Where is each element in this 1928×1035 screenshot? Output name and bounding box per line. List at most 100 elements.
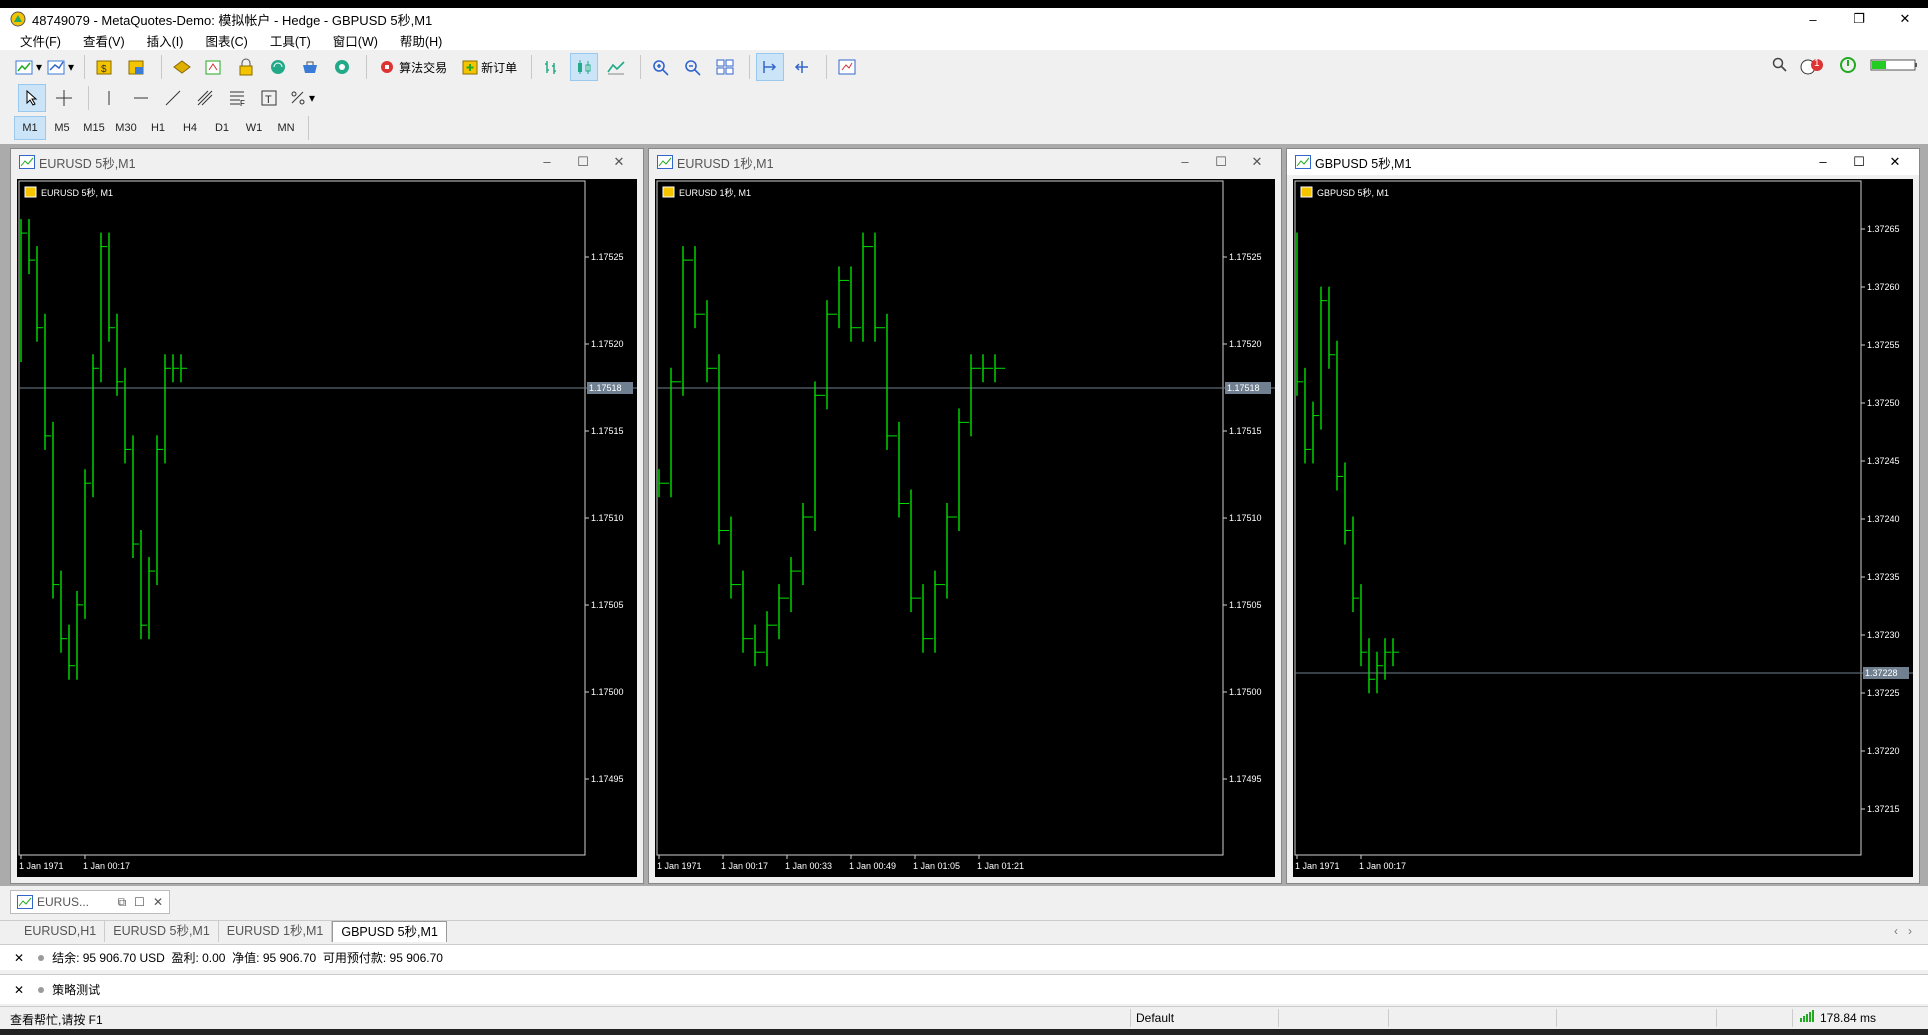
chart-minimize-button[interactable]: – <box>1805 149 1841 175</box>
search-icon[interactable] <box>1772 57 1788 76</box>
chart-minimize-button[interactable]: – <box>529 149 565 175</box>
chart-close-button[interactable]: ✕ <box>1877 149 1913 175</box>
chart-minimize-button[interactable]: – <box>1167 149 1203 175</box>
horizontal-line-tool[interactable] <box>127 84 155 112</box>
menu-help[interactable]: 帮助(H) <box>400 31 442 50</box>
new-chart-button[interactable]: ▾ <box>14 53 42 81</box>
menu-file[interactable]: 文件(F) <box>20 31 61 50</box>
timeframe-mn[interactable]: MN <box>270 116 302 140</box>
signals-button[interactable] <box>264 53 292 81</box>
fibonacci-tool[interactable]: F <box>223 84 251 112</box>
equidistant-channel-tool[interactable] <box>191 84 219 112</box>
profiles-icon <box>46 57 68 77</box>
notifications-icon[interactable]: 1 <box>1800 58 1826 76</box>
tab-eurusd-1s[interactable]: EURUSD 1秒,M1 <box>219 921 333 942</box>
menu-charts[interactable]: 图表(C) <box>205 31 247 50</box>
chart-maximize-button[interactable]: ☐ <box>1841 149 1877 175</box>
y-tick-label: 1.37230 <box>1867 630 1900 640</box>
chart-shift-button[interactable] <box>788 53 816 81</box>
strategy-tester-label[interactable]: 策略测试 <box>52 981 100 998</box>
tab-eurusd-5s[interactable]: EURUSD 5秒,M1 <box>105 921 219 942</box>
close-icon[interactable]: ✕ <box>153 895 163 909</box>
menu-window[interactable]: 窗口(W) <box>333 31 378 50</box>
autoscroll-button[interactable] <box>756 53 785 81</box>
chart-symbol-label: GBPUSD 5秒, M1 <box>1317 187 1389 198</box>
restore-icon[interactable]: ⧉ <box>118 895 127 910</box>
cursor-tool[interactable] <box>18 84 46 112</box>
text-tool[interactable]: T <box>255 84 283 112</box>
crosshair-tool[interactable] <box>50 84 78 112</box>
new-order-icon <box>459 57 481 77</box>
lock-button[interactable] <box>232 53 260 81</box>
close-button[interactable]: ✕ <box>1882 8 1928 30</box>
y-tick-label: 1.17505 <box>1229 600 1262 610</box>
chart-close-button[interactable]: ✕ <box>601 149 637 175</box>
candlestick-chart-button[interactable] <box>570 53 599 81</box>
menu-view[interactable]: 查看(V) <box>83 31 125 50</box>
x-tick-label: 1 Jan 01:21 <box>977 861 1024 871</box>
tile-windows-button[interactable] <box>711 53 739 81</box>
timeframe-m1[interactable]: M1 <box>14 116 46 140</box>
timeframe-m15[interactable]: M15 <box>78 116 110 140</box>
vertical-line-tool[interactable] <box>95 84 123 112</box>
market-button[interactable] <box>296 53 324 81</box>
status-divider <box>1130 1009 1131 1027</box>
market-watch-button[interactable]: $ <box>91 53 119 81</box>
tab-eurusd-h1[interactable]: EURUSD,H1 <box>16 921 106 942</box>
menu-insert[interactable]: 插入(I) <box>147 31 184 50</box>
toolbox-button[interactable] <box>200 53 228 81</box>
profiles-button[interactable]: ▾ <box>46 53 74 81</box>
y-tick-label: 1.37260 <box>1867 282 1900 292</box>
drawing-toolbar: F T ▾ <box>0 84 1928 112</box>
price-chart[interactable]: GBPUSD 5秒, M1 1.37265 1.37260 1.37255 1.3725… <box>1293 179 1913 877</box>
navigator-button[interactable] <box>168 53 196 81</box>
ping-value: 178.84 ms <box>1820 1011 1877 1025</box>
plot-frame <box>656 180 1224 856</box>
maximize-button[interactable]: ❐ <box>1836 8 1882 30</box>
menu-tools[interactable]: 工具(T) <box>270 31 311 50</box>
timeframe-h4[interactable]: H4 <box>174 116 206 140</box>
vps-button[interactable] <box>328 53 356 81</box>
tab-scroll-arrows[interactable]: ‹ › <box>1894 921 1912 942</box>
chart-window[interactable]: EURUSD 1秒,M1 – ☐ ✕ EURUSD 1秒, M1 1.17525 1.1… <box>648 148 1282 884</box>
minimize-button[interactable]: – <box>1790 8 1836 30</box>
new-order-button[interactable]: 新订单 <box>455 53 521 81</box>
chart-window[interactable]: EURUSD 5秒,M1 – ☐ ✕ EURUSD 5秒, M1 1.17525 1.1… <box>10 148 644 884</box>
chart-window-icon <box>1295 155 1311 169</box>
chart-maximize-button[interactable]: ☐ <box>565 149 601 175</box>
status-bar: 查看帮忙,请按 F1 Default 178.84 ms <box>0 1006 1928 1028</box>
trendline-tool[interactable] <box>159 84 187 112</box>
symbol-icon <box>1300 186 1313 198</box>
timeframe-d1[interactable]: D1 <box>206 116 238 140</box>
chart-window-active[interactable]: GBPUSD 5秒,M1 – ☐ ✕ GBPUSD 5秒, M1 1.37265 1.3… <box>1286 148 1920 884</box>
y-tick-label: 1.37220 <box>1867 746 1900 756</box>
price-chart[interactable]: EURUSD 1秒, M1 1.17525 1.17520 1.17515 1.1751… <box>655 179 1275 877</box>
price-tag-label: 1.37228 <box>1865 668 1898 678</box>
navigator-icon <box>171 57 193 77</box>
minimized-window[interactable]: EURUS... ⧉ ☐ ✕ <box>10 890 170 914</box>
templates-button[interactable] <box>833 53 861 81</box>
bar-chart-button[interactable] <box>538 53 566 81</box>
zoom-in-button[interactable] <box>647 53 675 81</box>
close-icon[interactable]: ✕ <box>14 951 24 965</box>
timeframe-w1[interactable]: W1 <box>238 116 270 140</box>
y-tick-label: 1.37250 <box>1867 398 1900 408</box>
data-window-button[interactable] <box>123 53 151 81</box>
timeframe-h1[interactable]: H1 <box>142 116 174 140</box>
x-tick-label: 1 Jan 01:05 <box>913 861 960 871</box>
chart-close-button[interactable]: ✕ <box>1239 149 1275 175</box>
shapes-tool[interactable]: ▾ <box>287 84 315 112</box>
maximize-icon[interactable]: ☐ <box>134 895 145 909</box>
plot-frame <box>18 180 586 856</box>
y-tick-label: 1.17510 <box>1229 513 1262 523</box>
candlestick-icon <box>573 57 595 77</box>
tab-gbpusd-5s[interactable]: GBPUSD 5秒,M1 <box>332 921 447 942</box>
zoom-out-button[interactable] <box>679 53 707 81</box>
chart-maximize-button[interactable]: ☐ <box>1203 149 1239 175</box>
timeframe-m5[interactable]: M5 <box>46 116 78 140</box>
algo-trading-button[interactable]: 算法交易 <box>373 53 451 81</box>
timeframe-m30[interactable]: M30 <box>110 116 142 140</box>
price-chart[interactable]: EURUSD 5秒, M1 1.17525 1.17520 1.17515 1.1751… <box>17 179 637 877</box>
close-icon[interactable]: ✕ <box>14 983 24 997</box>
line-chart-button[interactable] <box>602 53 630 81</box>
